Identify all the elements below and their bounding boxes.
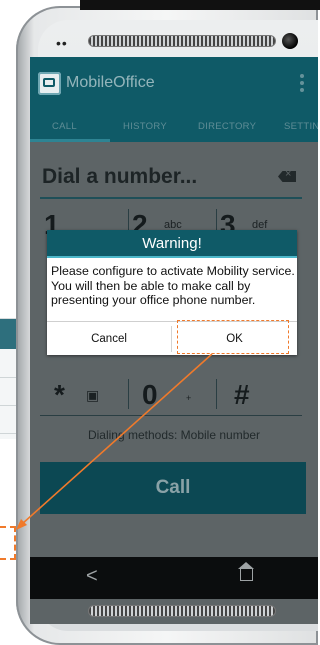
tab-history[interactable]: HISTORY [123, 121, 167, 132]
nav-back-icon[interactable]: < [86, 565, 98, 588]
key-star[interactable]: * ▣ [40, 367, 136, 422]
key-digit: # [234, 379, 250, 410]
call-button[interactable]: Call [40, 462, 306, 514]
bottom-speaker-grille [88, 605, 276, 617]
dialog-button-row: Cancel OK [47, 321, 297, 356]
voicemail-contact-icon: ▣ [86, 387, 100, 403]
front-camera-icon [282, 33, 298, 49]
backspace-icon[interactable] [278, 171, 296, 182]
overflow-menu-icon[interactable] [300, 74, 304, 94]
ok-button[interactable]: OK [172, 322, 297, 356]
keypad-divider [40, 415, 302, 416]
nav-home-icon[interactable] [238, 562, 254, 581]
android-nav-bar: < [30, 557, 318, 599]
key-separator [128, 379, 129, 409]
key-hash[interactable]: # [216, 367, 312, 422]
app-bar: MobileOffice [30, 57, 318, 112]
cancel-button[interactable]: Cancel [47, 322, 171, 356]
tab-bar: CALL HISTORY DIRECTORY SETTIN [30, 112, 318, 142]
tab-directory[interactable]: DIRECTORY [198, 121, 256, 132]
dialog-message: Please configure to activate Mobility se… [51, 264, 295, 307]
top-speaker-grille [88, 35, 276, 47]
app-logo-icon [38, 72, 61, 95]
dialog-title: Warning! [47, 230, 297, 258]
key-0[interactable]: 0 + [128, 367, 224, 422]
app-title: MobileOffice [66, 74, 155, 91]
callout-target-box [0, 526, 16, 560]
tab-settings[interactable]: SETTIN [284, 121, 318, 132]
warning-dialog: Warning! Please configure to activate Mo… [47, 230, 297, 355]
dialing-methods-label[interactable]: Dialing methods: Mobile number [30, 428, 318, 442]
key-separator [216, 379, 217, 409]
phone-top-edge [80, 0, 320, 10]
key-digit: * [54, 379, 65, 410]
tab-active-indicator [30, 139, 110, 142]
tab-call[interactable]: CALL [52, 121, 77, 132]
sensor-dots-icon: •• [56, 35, 68, 51]
dial-number-placeholder: Dial a number... [42, 165, 198, 188]
dial-number-field[interactable]: Dial a number... [40, 161, 302, 199]
key-digit: 0 [142, 379, 158, 410]
key-letters: + [186, 393, 192, 403]
